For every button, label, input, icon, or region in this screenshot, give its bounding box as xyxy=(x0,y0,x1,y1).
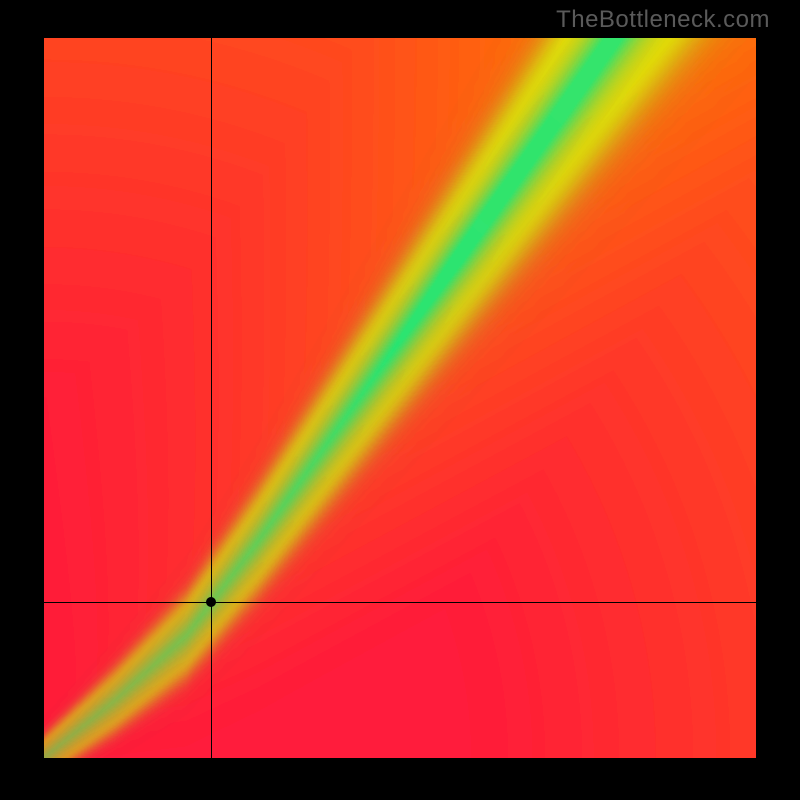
chart-frame: TheBottleneck.com xyxy=(0,0,800,800)
crosshair-horizontal xyxy=(44,602,756,604)
crosshair-vertical xyxy=(211,38,213,758)
watermark-text: TheBottleneck.com xyxy=(556,6,770,34)
heatmap-plot xyxy=(44,38,756,758)
heatmap-canvas xyxy=(44,38,756,758)
